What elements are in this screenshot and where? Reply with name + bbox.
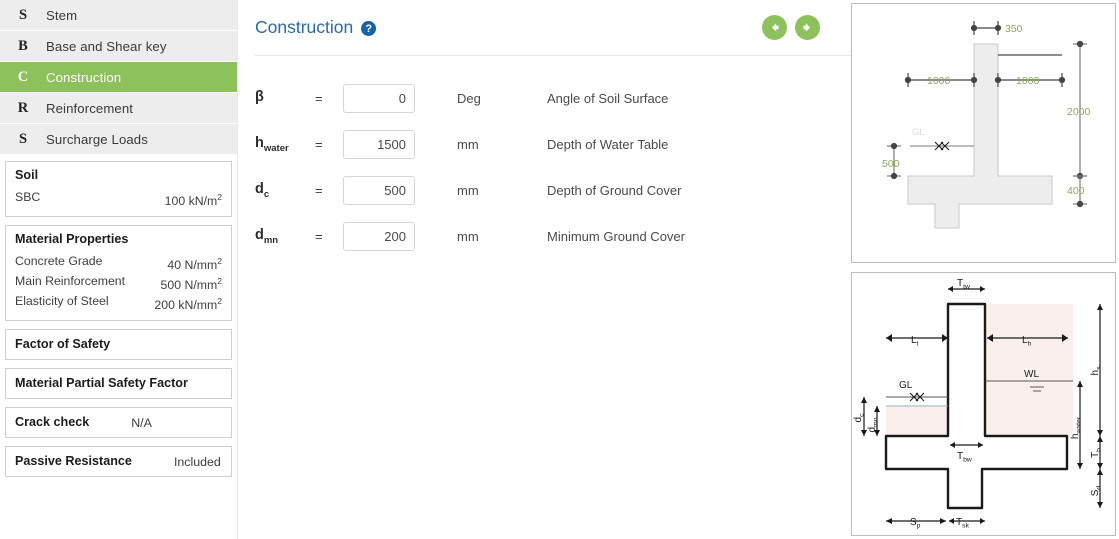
- sidebar-item-reinforcement[interactable]: R Reinforcement: [0, 93, 237, 124]
- field-description: Depth of Ground Cover: [547, 182, 682, 198]
- dimension-1000-left: 1000: [927, 75, 951, 87]
- panel-row-value: 40 N/mm2: [167, 256, 222, 273]
- figure-panel: GL 350 1000 1000 2000 400 500 GL WL Ttw …: [851, 0, 1119, 539]
- panel-material-partial-safety-factor[interactable]: Material Partial Safety Factor: [5, 368, 232, 400]
- sidebar-item-base-and-shear-key[interactable]: B Base and Shear key: [0, 31, 237, 62]
- page-title: Construction: [255, 17, 354, 37]
- sidebar-item-label: Stem: [46, 7, 78, 23]
- application-window: S Stem B Base and Shear key C Constructi…: [0, 0, 1119, 539]
- sidebar-item-label: Surcharge Loads: [46, 131, 148, 147]
- panel-material-properties[interactable]: Material Properties Concrete Grade 40 N/…: [5, 225, 232, 322]
- dimension-500: 500: [882, 158, 900, 170]
- field-description: Depth of Water Table: [547, 136, 669, 152]
- sidebar-item-letter: B: [18, 37, 28, 54]
- panel-row-label: Main Reinforcement: [15, 274, 126, 289]
- arrow-left-circle-icon[interactable]: [762, 15, 787, 40]
- panel-soil[interactable]: Soil SBC 100 kN/m2: [5, 161, 232, 218]
- label-T-b: Tb: [1090, 448, 1103, 458]
- form-row-beta: β = Deg Angle of Soil Surface: [255, 75, 865, 121]
- retaining-wall-schematic-section: GL WL Ttw Lt Lh Tbw dc dmn hwater hs Tb …: [851, 272, 1116, 536]
- retaining-wall-dimensioned-section: GL 350 1000 1000 2000 400 500: [851, 3, 1116, 263]
- panel-row-value: 100 kN/m2: [164, 192, 222, 209]
- panel-row: Main Reinforcement 500 N/mm2: [15, 273, 222, 293]
- field-unit: mm: [457, 136, 479, 152]
- panel-title: Passive Resistance: [15, 454, 132, 469]
- h-water-input[interactable]: [343, 129, 415, 159]
- field-description: Angle of Soil Surface: [547, 90, 669, 106]
- dimension-350: 350: [1005, 23, 1023, 35]
- sidebar-item-label: Reinforcement: [46, 100, 134, 116]
- field-unit: mm: [457, 228, 479, 244]
- page-header: Construction ?: [255, 0, 865, 56]
- form-row-dmn: dmn = mm Minimum Ground Cover: [255, 213, 865, 259]
- label-h-s: hs: [1090, 366, 1103, 376]
- panel-row-value: 200 kN/mm2: [154, 296, 222, 313]
- panel-title: Factor of Safety: [15, 337, 111, 352]
- beta-input[interactable]: [343, 83, 415, 113]
- equals-sign: =: [315, 136, 323, 152]
- sidebar-item-surcharge-loads[interactable]: S Surcharge Loads: [0, 124, 237, 155]
- panel-passive-resistance[interactable]: Passive Resistance Included: [5, 446, 232, 478]
- sidebar-summary-panels: Soil SBC 100 kN/m2 Material Properties C…: [0, 155, 237, 478]
- panel-value: Included: [173, 454, 221, 469]
- panel-title: Material Properties: [15, 232, 129, 247]
- panel-title: Crack check: [15, 415, 90, 430]
- sidebar-item-letter: S: [18, 130, 28, 147]
- field-symbol: hwater: [255, 134, 289, 154]
- sidebar-item-label: Base and Shear key: [46, 38, 167, 54]
- equals-sign: =: [315, 90, 323, 106]
- dimension-1000-right: 1000: [1016, 75, 1040, 87]
- field-unit: mm: [457, 182, 479, 198]
- panel-title: Material Partial Safety Factor: [15, 376, 188, 391]
- dc-input[interactable]: [343, 175, 415, 205]
- dmn-input[interactable]: [343, 221, 415, 251]
- label-d-mn: dmn: [867, 417, 880, 432]
- water-level-label: WL: [1024, 369, 1039, 380]
- field-unit: Deg: [457, 90, 481, 106]
- form-row-dc: dc = mm Depth of Ground Cover: [255, 167, 865, 213]
- panel-row-value: 500 N/mm2: [160, 276, 222, 293]
- sidebar-item-stem[interactable]: S Stem: [0, 0, 237, 31]
- panel-row: Concrete Grade 40 N/mm2: [15, 253, 222, 273]
- field-symbol: dc: [255, 180, 270, 200]
- sidebar-item-letter: C: [17, 68, 29, 85]
- label-S-d: Sd: [1090, 486, 1103, 497]
- field-symbol: β: [255, 88, 264, 105]
- panel-value: N/A: [131, 415, 152, 430]
- panel-row: Elasticity of Steel 200 kN/mm2: [15, 293, 222, 313]
- dimension-400: 400: [1067, 185, 1085, 197]
- field-symbol: dmn: [255, 226, 279, 246]
- arrow-right-circle-icon[interactable]: [795, 15, 820, 40]
- field-description: Minimum Ground Cover: [547, 228, 685, 244]
- construction-form: β = Deg Angle of Soil Surface hwater = m…: [255, 56, 865, 259]
- equals-sign: =: [315, 228, 323, 244]
- panel-row-label: Concrete Grade: [15, 254, 103, 269]
- sidebar-nav: S Stem B Base and Shear key C Constructi…: [0, 0, 237, 155]
- step-navigation: [762, 15, 863, 40]
- sidebar-item-label: Construction: [46, 69, 122, 85]
- question-circle-icon[interactable]: ?: [361, 21, 377, 36]
- label-S-p: Sp: [910, 517, 921, 530]
- panel-row-label: Elasticity of Steel: [15, 294, 109, 309]
- sidebar: S Stem B Base and Shear key C Constructi…: [0, 0, 237, 539]
- panel-factor-of-safety[interactable]: Factor of Safety: [5, 329, 232, 361]
- form-row-h-water: hwater = mm Depth of Water Table: [255, 121, 865, 167]
- label-T-tw: Ttw: [957, 278, 970, 291]
- ground-level-label: GL: [912, 127, 925, 138]
- sidebar-item-letter: R: [17, 99, 29, 116]
- panel-row: SBC 100 kN/m2: [15, 189, 222, 209]
- equals-sign: =: [315, 182, 323, 198]
- ground-level-label: GL: [899, 380, 913, 391]
- label-d-c: dc: [853, 413, 866, 423]
- panel-crack-check[interactable]: Crack check N/A: [5, 407, 232, 439]
- panel-title: Soil: [15, 168, 39, 182]
- dimension-2000: 2000: [1067, 106, 1091, 118]
- label-T-sk: Tsk: [956, 517, 970, 530]
- label-L-t: Lt: [911, 335, 919, 348]
- sidebar-item-letter: S: [18, 6, 28, 23]
- panel-row-label: SBC: [15, 190, 41, 204]
- sidebar-item-construction[interactable]: C Construction: [0, 62, 237, 93]
